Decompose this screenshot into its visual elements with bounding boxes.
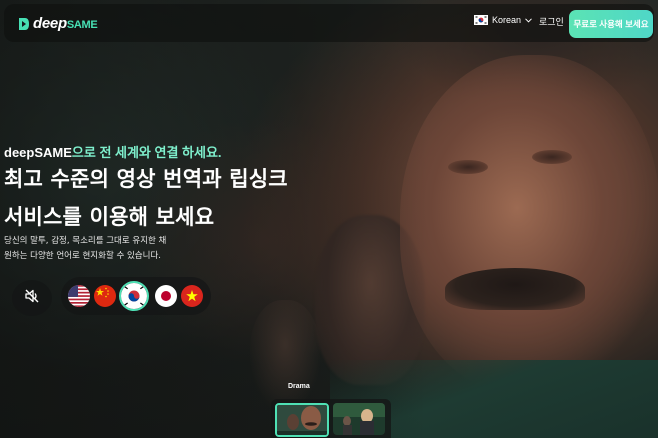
jp-flag-icon[interactable] <box>155 285 177 307</box>
tagline-text: 으로 전 세계와 연결 하세요. <box>71 145 222 160</box>
top-nav: deepSAME Korean 로그인 무료로 사용해 보세요 <box>4 4 654 42</box>
cn-flag-icon[interactable] <box>94 285 116 307</box>
chevron-down-icon <box>525 15 532 25</box>
video-thumbnail[interactable] <box>275 403 329 437</box>
logo[interactable]: deepSAME <box>18 15 98 32</box>
mute-toggle-button[interactable] <box>12 280 52 316</box>
logo-mark-icon <box>18 17 30 31</box>
category-label: Drama <box>288 383 310 390</box>
language-label: Korean <box>492 15 522 25</box>
speaker-muted-icon <box>24 288 40 308</box>
kr-flag-icon <box>474 15 488 25</box>
login-link[interactable]: 로그인 <box>539 15 564 28</box>
tagline-brand: deepSAME <box>4 145 72 160</box>
hero-headline: 최고 수준의 영상 번역과 립싱크 서비스를 이용해 보세요 <box>4 160 288 236</box>
video-thumbnail-strip <box>271 399 391 438</box>
logo-text: deepSAME <box>33 15 98 32</box>
video-thumbnail[interactable] <box>333 403 385 435</box>
us-flag-icon[interactable] <box>68 285 90 307</box>
language-selector[interactable]: Korean <box>474 15 532 25</box>
vn-flag-icon[interactable] <box>181 285 203 307</box>
language-flag-selector <box>61 277 211 315</box>
hero-description: 당신의 말투, 감정, 목소리를 그대로 유지한 채 원하는 다양한 언어로 현… <box>4 234 166 264</box>
headline-line-1: 최고 수준의 영상 번역과 립싱크 <box>4 167 288 191</box>
headline-line-2: 서비스를 이용해 보세요 <box>4 205 215 229</box>
description-line-2: 원하는 다양한 언어로 현지화할 수 있습니다. <box>4 251 161 261</box>
try-free-button[interactable]: 무료로 사용해 보세요 <box>569 10 653 38</box>
kr-flag-icon[interactable] <box>119 281 149 311</box>
description-line-1: 당신의 말투, 감정, 목소리를 그대로 유지한 채 <box>4 236 167 246</box>
hero-tagline: deepSAME으로 전 세계와 연결 하세요. <box>4 142 222 161</box>
